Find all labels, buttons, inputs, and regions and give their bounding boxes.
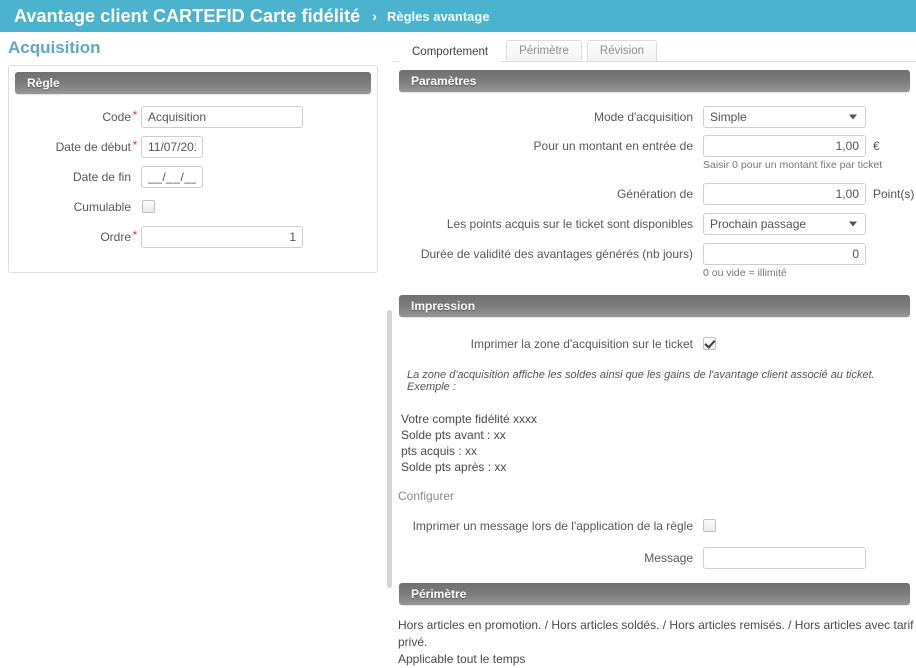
section-header-perimetre: Périmètre	[399, 583, 910, 605]
vertical-scrollbar-thumb[interactable]	[387, 310, 392, 588]
ticket-sample-line-4: Solde pts après : xx	[401, 460, 507, 474]
label-mode-acquisition: Mode d'acquisition	[593, 110, 693, 124]
message-input[interactable]	[703, 547, 866, 569]
field-row-duree-validite: Durée de validité des avantages générés …	[393, 243, 916, 279]
section-header-regle: Règle	[15, 72, 371, 94]
imprimer-zone-checkbox[interactable]	[703, 337, 716, 350]
field-row-mode-acquisition: Mode d'acquisition Simple	[393, 106, 916, 128]
impression-form: Imprimer la zone d'acquisition sur le ti…	[393, 317, 916, 569]
montant-entree-input[interactable]	[703, 135, 866, 157]
label-montant-entree: Pour un montant en entrée de	[533, 139, 693, 153]
field-row-date-debut: Date de début *	[9, 136, 377, 158]
breadcrumb-bar: Avantage client CARTEFID Carte fidélité …	[0, 0, 916, 32]
label-cumulable: Cumulable	[73, 200, 131, 214]
ticket-sample-block: Votre compte fidélité xxxx Solde pts ava…	[401, 411, 916, 475]
points-disponibles-select[interactable]: Prochain passage	[703, 213, 866, 235]
field-row-message: Message	[393, 547, 916, 569]
perimetre-line-2: Applicable tout le temps	[398, 652, 526, 666]
chevron-down-icon	[849, 114, 857, 120]
parametres-form: Mode d'acquisition Simple Pour un montan…	[393, 92, 916, 279]
page-title: Acquisition	[8, 38, 101, 57]
ticket-sample-line-1: Votre compte fidélité xxxx	[401, 412, 538, 426]
required-marker-date-fin: *	[131, 168, 139, 182]
hint-duree-validite: 0 ou vide = illimité	[703, 267, 787, 279]
field-row-points-disponibles: Les points acquis sur le ticket sont dis…	[393, 213, 916, 235]
right-column: Comportement Périmètre Révision Paramètr…	[393, 32, 916, 666]
breadcrumb-link-regles-avantage[interactable]: Règles avantage	[387, 9, 490, 24]
label-ordre: Ordre	[100, 230, 131, 244]
field-row-code: Code *	[9, 106, 377, 128]
rule-panel: Règle Code * Date de début * Date de fin…	[8, 65, 378, 273]
tab-comportement[interactable]: Comportement	[399, 41, 502, 62]
field-row-montant-entree: Pour un montant en entrée de € Saisir 0 …	[393, 135, 916, 171]
app-title: Avantage client CARTEFID Carte fidélité	[14, 5, 361, 26]
rule-form: Code * Date de début * Date de fin * Cum…	[9, 94, 377, 272]
configurer-link[interactable]: Configurer	[398, 489, 916, 503]
tab-perimetre[interactable]: Périmètre	[506, 40, 582, 61]
impression-note: La zone d'acquisition affiche les soldes…	[407, 369, 875, 393]
perimetre-line-1: Hors articles en promotion. / Hors artic…	[398, 618, 914, 649]
section-header-impression: Impression	[399, 295, 910, 317]
comportement-tab-panel: Paramètres Mode d'acquisition Simple Pou…	[393, 62, 916, 668]
code-input[interactable]	[141, 106, 303, 128]
label-date-fin: Date de fin	[72, 170, 131, 184]
chevron-down-icon	[849, 221, 857, 227]
date-fin-input[interactable]	[141, 166, 203, 188]
field-row-imprimer-message: Imprimer un message lors de l'applicatio…	[393, 515, 916, 537]
mode-acquisition-value: Simple	[710, 110, 747, 124]
label-generation: Génération de	[616, 187, 693, 201]
cumulable-checkbox[interactable]	[142, 200, 155, 213]
section-title-impression: Impression	[411, 299, 476, 313]
left-column: Acquisition Règle Code * Date de début *…	[0, 32, 386, 608]
generation-unit: Point(s)	[873, 187, 915, 201]
field-row-date-fin: Date de fin *	[9, 166, 377, 188]
label-message: Message	[644, 551, 693, 565]
tab-revision[interactable]: Révision	[586, 40, 658, 61]
section-title-perimetre: Périmètre	[411, 587, 467, 601]
imprimer-message-checkbox[interactable]	[703, 519, 716, 532]
section-header-parametres: Paramètres	[399, 70, 910, 92]
perimetre-description: Hors articles en promotion. / Hors artic…	[398, 617, 916, 668]
montant-entree-unit: €	[873, 139, 880, 153]
ordre-input[interactable]	[141, 226, 303, 248]
label-imprimer-message: Imprimer un message lors de l'applicatio…	[412, 519, 693, 533]
label-code: Code	[102, 110, 131, 124]
field-row-cumulable: Cumulable *	[9, 196, 377, 218]
hint-montant-entree: Saisir 0 pour un montant fixe par ticket	[703, 159, 883, 171]
field-row-ordre: Ordre *	[9, 226, 377, 248]
ticket-sample-line-3: pts acquis : xx	[401, 444, 478, 458]
label-imprimer-zone: Imprimer la zone d'acquisition sur le ti…	[470, 337, 693, 351]
label-duree-validite: Durée de validité des avantages générés …	[420, 247, 693, 261]
label-date-debut: Date de début	[55, 140, 131, 154]
mode-acquisition-select[interactable]: Simple	[703, 106, 866, 128]
breadcrumb-separator-icon: ›	[372, 8, 377, 24]
required-marker-code: *	[132, 108, 138, 122]
ticket-sample-line-2: Solde pts avant : xx	[401, 428, 506, 442]
required-marker-ordre: *	[132, 228, 138, 242]
date-debut-input[interactable]	[141, 136, 203, 158]
section-title-parametres: Paramètres	[411, 74, 477, 88]
required-marker-date-debut: *	[132, 138, 138, 152]
label-points-disponibles: Les points acquis sur le ticket sont dis…	[446, 217, 693, 231]
duree-validite-input[interactable]	[703, 243, 866, 265]
generation-input[interactable]	[703, 183, 866, 205]
points-disponibles-value: Prochain passage	[710, 217, 807, 231]
section-title-regle: Règle	[27, 76, 60, 90]
tab-bar: Comportement Périmètre Révision	[393, 32, 916, 62]
field-row-generation: Génération de Point(s)	[393, 183, 916, 205]
required-marker-cumulable: *	[131, 198, 139, 212]
field-row-imprimer-zone: Imprimer la zone d'acquisition sur le ti…	[393, 333, 916, 355]
